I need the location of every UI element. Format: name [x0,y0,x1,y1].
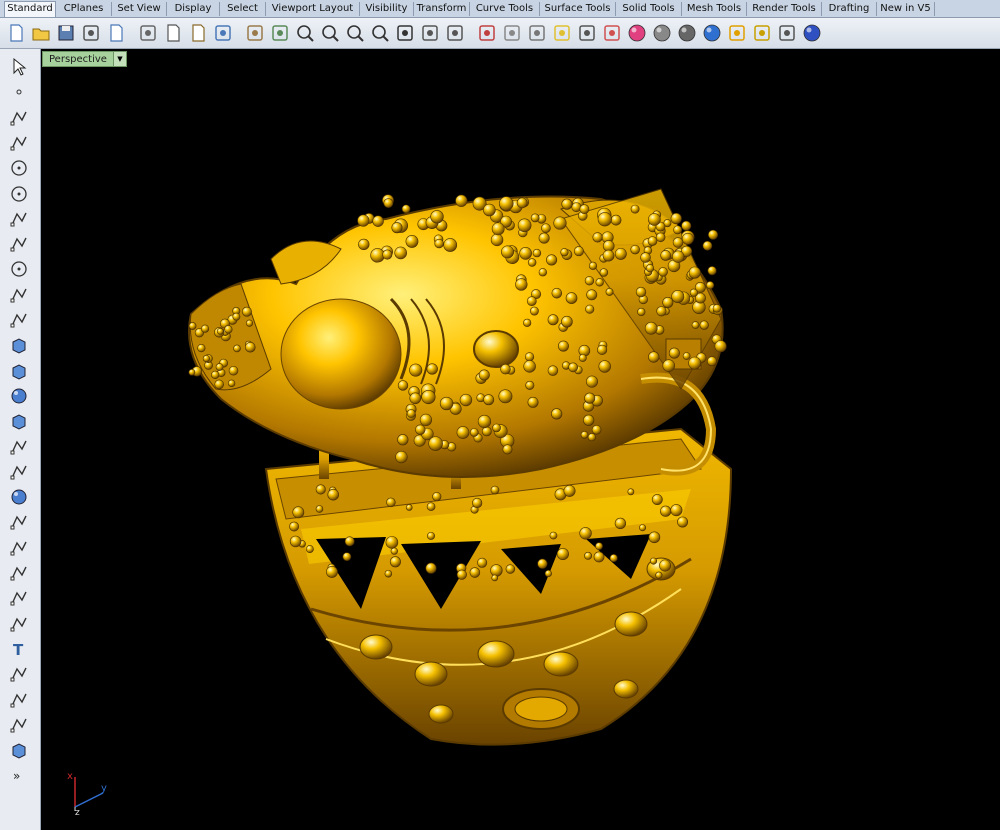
new-file-icon[interactable] [6,23,26,43]
analyze-icon[interactable] [9,588,29,608]
tab-mesh-tools[interactable]: Mesh Tools [682,2,747,16]
tab-set-view[interactable]: Set View [112,2,167,16]
svg-text:»: » [13,769,20,783]
axis-gizmo: x y z [67,771,107,818]
ring-shank [264,427,733,746]
box-icon[interactable] [9,361,29,381]
tab-solid-tools[interactable]: Solid Tools [616,2,682,16]
light-pencil-icon[interactable] [727,23,747,43]
dimension-icon[interactable] [777,23,797,43]
tab-curve-tools[interactable]: Curve Tools [470,2,540,16]
tab-viewport-layout[interactable]: Viewport Layout [266,2,360,16]
car-icon[interactable] [477,23,497,43]
extrude-icon[interactable] [9,335,29,355]
split-icon[interactable] [9,512,29,532]
surface-icon[interactable] [9,310,29,330]
rotate-view-icon[interactable] [270,23,290,43]
zoom-extents-icon[interactable] [345,23,365,43]
tab-drafting[interactable]: Drafting [822,2,877,16]
transform-icon[interactable] [9,462,29,482]
standard-toolbar [0,18,1000,49]
svg-text:T: T [13,641,24,659]
axis-y-label: y [101,783,107,794]
circle-icon[interactable] [9,158,29,178]
polyline-icon[interactable] [9,108,29,128]
boolean-icon[interactable] [9,487,29,507]
tab-standard[interactable]: Standard [4,1,56,17]
arc-icon[interactable] [9,259,29,279]
mesh-box-icon[interactable] [9,740,29,760]
zoom-icon[interactable] [295,23,315,43]
paste-icon[interactable] [188,23,208,43]
sphere-icon[interactable] [9,386,29,406]
open-folder-icon[interactable] [31,23,51,43]
group-icon[interactable] [9,563,29,583]
tab-select[interactable]: Select [220,2,266,16]
rectangle-icon[interactable] [9,234,29,254]
tab-display[interactable]: Display [167,2,220,16]
grid-options-icon[interactable] [445,23,465,43]
zoom-selected-icon[interactable] [370,23,390,43]
viewport-title-tab[interactable]: Perspective ▼ [42,51,127,67]
viewport-dropdown-icon[interactable]: ▼ [112,52,126,66]
osnap-icon[interactable] [527,23,547,43]
save-icon[interactable] [56,23,76,43]
tab-surface-tools[interactable]: Surface Tools [540,2,616,16]
text-icon[interactable]: T [9,639,29,659]
tab-render-tools[interactable]: Render Tools [747,2,822,16]
help-icon[interactable] [802,23,822,43]
point-on-icon[interactable] [502,23,522,43]
lock-icon[interactable] [577,23,597,43]
viewport-title[interactable]: Perspective [43,54,113,65]
undo-view-icon[interactable] [395,23,415,43]
layer-bulb-icon[interactable] [552,23,572,43]
block-icon[interactable] [9,690,29,710]
cylinder-icon[interactable] [9,411,29,431]
import-icon[interactable] [106,23,126,43]
offset-icon[interactable] [9,614,29,634]
curve-icon[interactable] [9,133,29,153]
copy-icon[interactable] [163,23,183,43]
polygon-icon[interactable] [9,209,29,229]
print-icon[interactable] [81,23,101,43]
options-gear-icon[interactable] [752,23,772,43]
properties-icon[interactable] [602,23,622,43]
tab-cplanes[interactable]: CPlanes [56,2,112,16]
shaded-sphere-icon[interactable] [677,23,697,43]
ellipse-icon[interactable] [9,184,29,204]
pan-hand-icon[interactable] [245,23,265,43]
render-sphere-icon[interactable] [652,23,672,43]
edit-icon[interactable] [9,715,29,735]
perspective-viewport[interactable]: x y z Perspective ▼ [41,49,1000,830]
toolbar-tab-bar: Standard CPlanes Set View Display Select View… [0,0,1000,18]
tab-visibility[interactable]: Visibility [360,2,414,16]
undo-icon[interactable] [213,23,233,43]
color-wheel-icon[interactable] [627,23,647,43]
cut-icon[interactable] [138,23,158,43]
select-arrow-icon[interactable] [9,57,29,77]
blue-sphere-icon[interactable] [702,23,722,43]
fillet-icon[interactable] [9,285,29,305]
more-icon[interactable]: » [9,765,29,785]
four-viewports-icon[interactable] [420,23,440,43]
array-icon[interactable] [9,664,29,684]
point-icon[interactable] [9,82,29,102]
axis-x-label: x [67,771,73,782]
dimension-left-icon[interactable] [9,538,29,558]
ring-model-render: x y z [67,188,733,818]
tab-transform[interactable]: Transform [414,2,470,16]
zoom-window-icon[interactable] [320,23,340,43]
left-toolbar: T» [0,49,41,830]
plane-icon[interactable] [9,437,29,457]
tab-new-in-v5[interactable]: New in V5 [877,2,935,16]
fish-body [188,188,724,478]
axis-z-label: z [75,808,80,818]
